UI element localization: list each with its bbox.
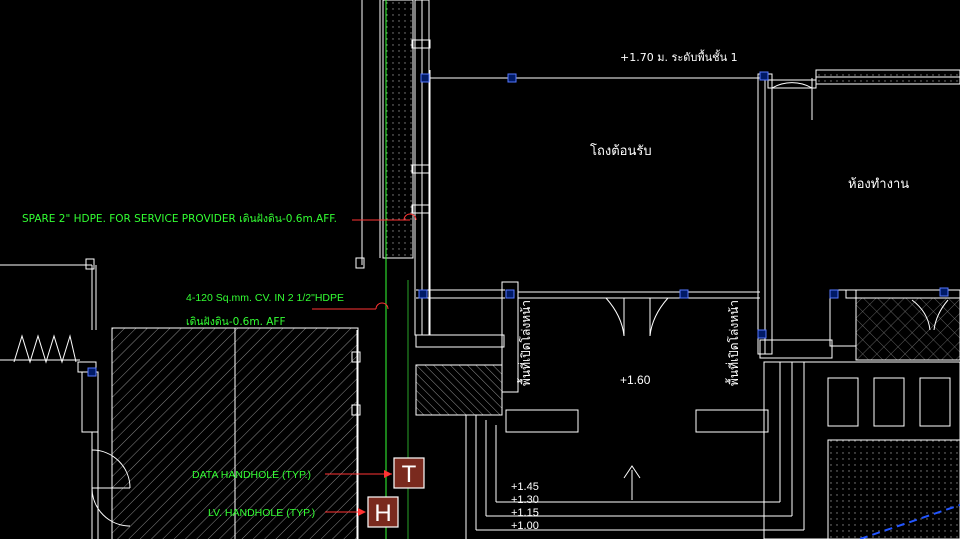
data-handhole-tag[interactable]: T — [393, 457, 425, 489]
office-room-label: ห้องทำงาน — [848, 177, 909, 192]
lv-handhole-note: LV. HANDHOLE (TYP.) — [208, 507, 315, 519]
cable-note-line2: เดินฝังดิน-0.6m. AFF — [186, 316, 286, 328]
lobby-walls — [415, 69, 960, 539]
level-mid-label: +1.60 — [620, 373, 651, 387]
cable-note-line1: 4-120 Sq.mm. CV. IN 2 1/2"HDPE — [186, 292, 344, 304]
step-level-4: +1.00 — [511, 520, 539, 532]
lobby-room-label: โถงต้อนรับ — [590, 143, 652, 159]
tag-t-label: T — [402, 461, 417, 488]
level-top-label: +1.70 ม. ระดับพื้นชั้น 1 — [620, 49, 738, 64]
leader-arrow-h — [358, 508, 366, 516]
tag-h-label: H — [374, 500, 391, 527]
leader-arrow-t — [384, 470, 392, 478]
lv-handhole-tag[interactable]: H — [367, 496, 399, 528]
vertical-label-left: พื้นที่เปิดโล่งหน้า — [517, 300, 533, 386]
stair-hatch — [415, 364, 503, 416]
spare-conduit-note: SPARE 2" HDPE. FOR SERVICE PROVIDER เดิน… — [22, 213, 337, 225]
step-level-2: +1.30 — [511, 494, 539, 506]
vertical-label-right: พื้นที่เปิดโล่งหน้า — [725, 300, 741, 386]
cad-drawing-canvas[interactable]: T H +1.70 ม. ระดับพื้นชั้น 1 โถงต้อนรับ … — [0, 0, 960, 539]
step-level-1: +1.45 — [511, 481, 539, 493]
data-handhole-note: DATA HANDHOLE (TYP.) — [192, 469, 311, 481]
step-level-3: +1.15 — [511, 507, 539, 519]
